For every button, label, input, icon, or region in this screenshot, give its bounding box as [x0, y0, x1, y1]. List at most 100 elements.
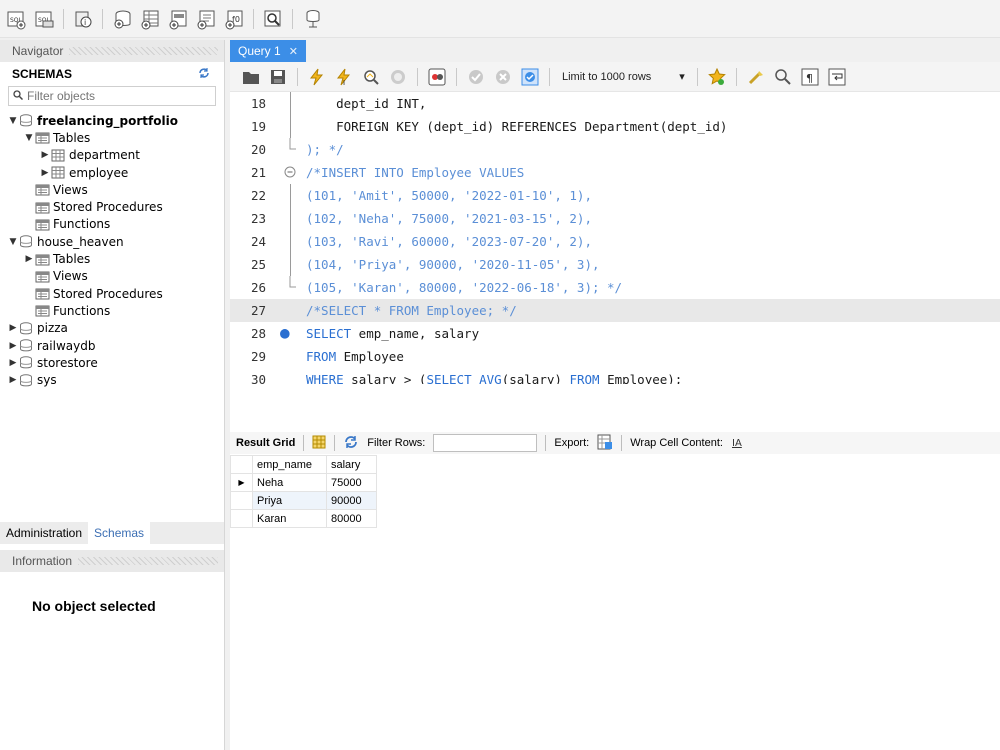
expand-right-icon[interactable]: ▶: [8, 375, 18, 385]
expand-right-icon[interactable]: ▶: [40, 168, 50, 178]
expand-down-icon[interactable]: ▼: [24, 133, 34, 143]
beautify-icon[interactable]: [745, 66, 767, 88]
tree-item-department[interactable]: ▶ department: [0, 147, 224, 164]
save-icon[interactable]: [267, 66, 289, 88]
search-table-data-icon[interactable]: [261, 7, 285, 31]
expand-down-icon[interactable]: ▼: [8, 116, 18, 126]
open-file-icon[interactable]: [240, 66, 262, 88]
tree-item-stored-procedures[interactable]: Stored Procedures: [0, 285, 224, 302]
toolbar-divider: [735, 67, 737, 86]
tree-item-functions[interactable]: Functions: [0, 302, 224, 319]
autocommit-icon[interactable]: [519, 66, 541, 88]
code-line[interactable]: 27 /*SELECT * FROM Employee; */: [230, 299, 1000, 322]
gutter-marker: [276, 345, 306, 368]
create-schema-icon[interactable]: [110, 7, 134, 31]
table-cell[interactable]: Neha: [252, 473, 327, 492]
explain-icon[interactable]: [360, 66, 382, 88]
create-function-icon[interactable]: f0: [222, 7, 246, 31]
toggle-continue-on-error-icon[interactable]: [426, 66, 448, 88]
tree-item-tables[interactable]: ▶ Tables: [0, 250, 224, 267]
code-line[interactable]: 19 FOREIGN KEY (dept_id) REFERENCES Depa…: [230, 115, 1000, 138]
table-row[interactable]: Priya 90000: [230, 491, 377, 510]
table-cell[interactable]: 90000: [326, 491, 377, 510]
expand-right-icon[interactable]: ▶: [40, 150, 50, 160]
result-grid[interactable]: emp_name salary ▶ Neha 75000 Priya 90000 Kara…: [230, 455, 377, 528]
tree-item-functions[interactable]: Functions: [0, 216, 224, 233]
result-grid-tab[interactable]: Result Grid: [236, 437, 295, 449]
wrap-cell-icon[interactable]: IA: [731, 435, 745, 452]
code-line[interactable]: 25 (104, 'Priya', 90000, '2020-11-05', 3)…: [230, 253, 1000, 276]
row-header[interactable]: [230, 509, 253, 528]
find-replace-icon[interactable]: [772, 66, 794, 88]
create-procedure-icon[interactable]: [194, 7, 218, 31]
row-header[interactable]: [230, 491, 253, 510]
toggle-wrap-icon[interactable]: [826, 66, 848, 88]
rollback-icon[interactable]: [492, 66, 514, 88]
tab-query-1[interactable]: Query 1 ✕: [230, 40, 306, 62]
column-header-emp-name[interactable]: emp_name: [252, 455, 327, 474]
tab-administration[interactable]: Administration: [0, 522, 88, 544]
database-icon: [18, 339, 34, 353]
filter-objects-field[interactable]: [8, 86, 216, 106]
code-line[interactable]: 18 dept_id INT,: [230, 92, 1000, 115]
expand-right-icon[interactable]: ▶: [8, 323, 18, 333]
editor-tabbar: Query 1 ✕: [230, 40, 1000, 62]
refresh-icon[interactable]: [198, 67, 210, 82]
code-line[interactable]: 26 (105, 'Karan', 80000, '2022-06-18', 3)…: [230, 276, 1000, 299]
code-line[interactable]: 29 FROM Employee: [230, 345, 1000, 368]
expand-right-icon[interactable]: ▶: [24, 254, 34, 264]
grid-view-icon[interactable]: [312, 435, 326, 452]
tree-item-views[interactable]: Views: [0, 268, 224, 285]
sql-editor[interactable]: 18 dept_id INT, 19 FOREIGN KEY (dept_id) …: [230, 92, 1000, 384]
execute-current-icon[interactable]: I: [333, 66, 355, 88]
tree-item-freelancing-portfolio[interactable]: ▼ freelancing_portfolio: [0, 112, 224, 129]
tree-item-pizza[interactable]: ▶ pizza: [0, 320, 224, 337]
table-cell[interactable]: 75000: [326, 473, 377, 492]
tree-item-tables[interactable]: ▼ Tables: [0, 129, 224, 146]
close-icon[interactable]: ✕: [289, 45, 298, 58]
export-icon[interactable]: [597, 434, 613, 453]
code-line[interactable]: 20); */: [230, 138, 1000, 161]
filter-rows-input[interactable]: [433, 434, 538, 452]
expand-right-icon[interactable]: ▶: [8, 341, 18, 351]
refresh-rows-icon[interactable]: [343, 435, 359, 452]
code-line[interactable]: 24 (103, 'Ravi', 60000, '2023-07-20', 2),: [230, 230, 1000, 253]
limit-rows-select[interactable]: Limit to 1000 rows ▾: [558, 67, 689, 87]
code-line[interactable]: 22 (101, 'Amit', 50000, '2022-01-10', 1),: [230, 184, 1000, 207]
expand-right-icon[interactable]: ▶: [8, 358, 18, 368]
tree-item-railwaydb[interactable]: ▶ railwaydb: [0, 337, 224, 354]
create-view-icon[interactable]: [166, 7, 190, 31]
commit-icon[interactable]: [465, 66, 487, 88]
open-sql-script-icon[interactable]: SQL: [32, 7, 56, 31]
table-row[interactable]: Karan 80000: [230, 509, 377, 528]
create-table-icon[interactable]: [138, 7, 162, 31]
table-cell[interactable]: 80000: [326, 509, 377, 528]
tree-item-storestore[interactable]: ▶ storestore: [0, 354, 224, 371]
tree-item-employee[interactable]: ▶ employee: [0, 164, 224, 181]
table-cell[interactable]: Karan: [252, 509, 327, 528]
tree-item-house-heaven[interactable]: ▼ house_heaven: [0, 233, 224, 250]
new-sql-tab-icon[interactable]: SQL: [4, 7, 28, 31]
expand-down-icon[interactable]: ▼: [8, 237, 18, 247]
code-line[interactable]: 28 ● SELECT emp_name, salary: [230, 322, 1000, 345]
table-cell[interactable]: Priya: [252, 491, 327, 510]
code-line[interactable]: 21 /*INSERT INTO Employee VALUES: [230, 161, 1000, 184]
row-pointer-icon[interactable]: ▶: [230, 473, 253, 492]
code-line[interactable]: 30 WHERE salary > (SELECT AVG(salary) FRO…: [230, 368, 1000, 384]
tree-item-views[interactable]: Views: [0, 181, 224, 198]
reconnect-icon[interactable]: [300, 7, 324, 31]
toolbar-divider: [253, 8, 254, 29]
column-header-salary[interactable]: salary: [326, 455, 377, 474]
tree-item-sys[interactable]: ▶ sys: [0, 371, 224, 388]
toggle-invisibles-icon[interactable]: ¶: [799, 66, 821, 88]
filter-objects-input[interactable]: [27, 89, 207, 103]
add-snippet-icon[interactable]: [706, 66, 728, 88]
tree-item-stored-procedures[interactable]: Stored Procedures: [0, 198, 224, 215]
gutter-marker: [276, 276, 306, 299]
table-row[interactable]: ▶ Neha 75000: [230, 473, 377, 492]
inspector-icon[interactable]: i: [71, 7, 95, 31]
execute-icon[interactable]: [306, 66, 328, 88]
tab-schemas[interactable]: Schemas: [88, 522, 151, 544]
code-line[interactable]: 23 (102, 'Neha', 75000, '2021-03-15', 2),: [230, 207, 1000, 230]
stop-icon[interactable]: [387, 66, 409, 88]
